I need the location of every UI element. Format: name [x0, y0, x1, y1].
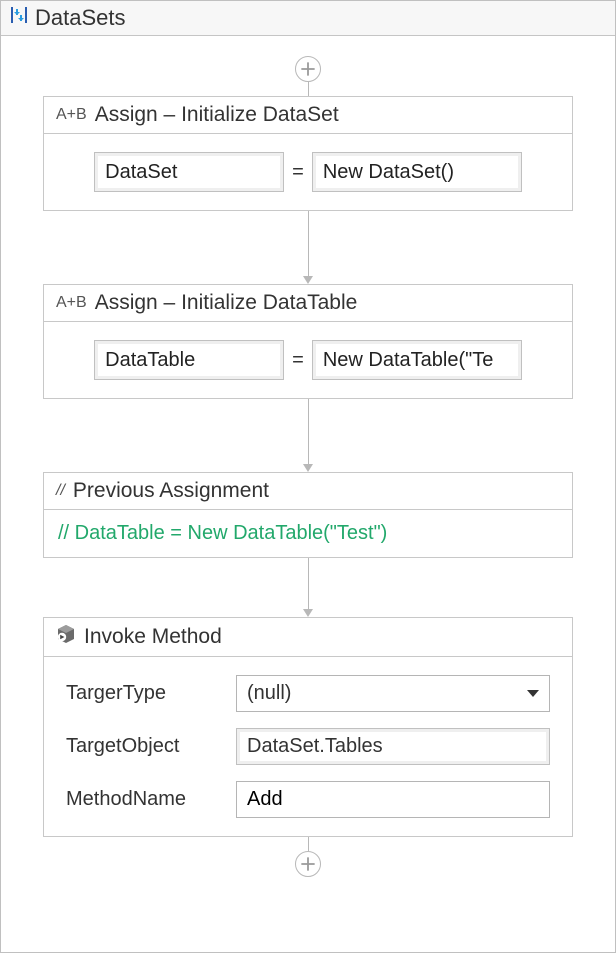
connector — [303, 558, 313, 617]
connector — [308, 837, 309, 851]
assign-to-field[interactable]: DataSet — [94, 152, 284, 192]
sequence-body: A+B Assign – Initialize DataSet DataSet … — [1, 36, 615, 952]
connector — [308, 82, 309, 96]
invoke-method-icon — [56, 624, 76, 650]
activity-header[interactable]: A+B Assign – Initialize DataSet — [44, 97, 572, 134]
window-title: DataSets — [35, 5, 126, 31]
target-object-field[interactable]: DataSet.Tables — [236, 728, 550, 765]
add-activity-bottom-button[interactable] — [295, 851, 321, 877]
activity-title: Assign – Initialize DataSet — [95, 103, 339, 127]
method-name-label: MethodName — [66, 788, 220, 811]
connector — [303, 211, 313, 284]
activity-title: Invoke Method — [84, 625, 222, 649]
target-type-label: TargerType — [66, 682, 220, 705]
assign-to-field[interactable]: DataTable — [94, 340, 284, 380]
comment-activity[interactable]: // Previous Assignment // DataTable = Ne… — [43, 472, 573, 558]
invoke-method-activity[interactable]: Invoke Method TargerType (null) TargetOb… — [43, 617, 573, 837]
chevron-down-icon — [527, 690, 539, 697]
window-header[interactable]: DataSets — [1, 1, 615, 36]
sequence-window: DataSets A+B Assign – Initialize DataSet… — [0, 0, 616, 953]
target-object-label: TargetObject — [66, 735, 220, 758]
assign-activity-initialize-datatable[interactable]: A+B Assign – Initialize DataTable DataTa… — [43, 284, 573, 399]
assign-icon: A+B — [56, 294, 87, 312]
target-type-dropdown[interactable]: (null) — [236, 675, 550, 712]
comment-icon: // — [56, 482, 65, 500]
activity-title: Assign – Initialize DataTable — [95, 291, 358, 315]
connector — [303, 399, 313, 472]
assign-icon: A+B — [56, 106, 87, 124]
activity-title: Previous Assignment — [73, 479, 269, 503]
add-activity-top-button[interactable] — [295, 56, 321, 82]
equals-sign: = — [292, 161, 304, 184]
sequence-icon — [9, 5, 29, 31]
assign-value-field[interactable]: New DataTable("Te — [312, 340, 522, 380]
method-name-field[interactable] — [236, 781, 550, 818]
comment-text: // DataTable = New DataTable("Test") — [44, 510, 572, 557]
activity-header[interactable]: A+B Assign – Initialize DataTable — [44, 285, 572, 322]
target-type-value: (null) — [247, 682, 291, 705]
assign-activity-initialize-dataset[interactable]: A+B Assign – Initialize DataSet DataSet … — [43, 96, 573, 211]
assign-value-field[interactable]: New DataSet() — [312, 152, 522, 192]
activity-header[interactable]: // Previous Assignment — [44, 473, 572, 510]
activity-header[interactable]: Invoke Method — [44, 618, 572, 657]
equals-sign: = — [292, 349, 304, 372]
